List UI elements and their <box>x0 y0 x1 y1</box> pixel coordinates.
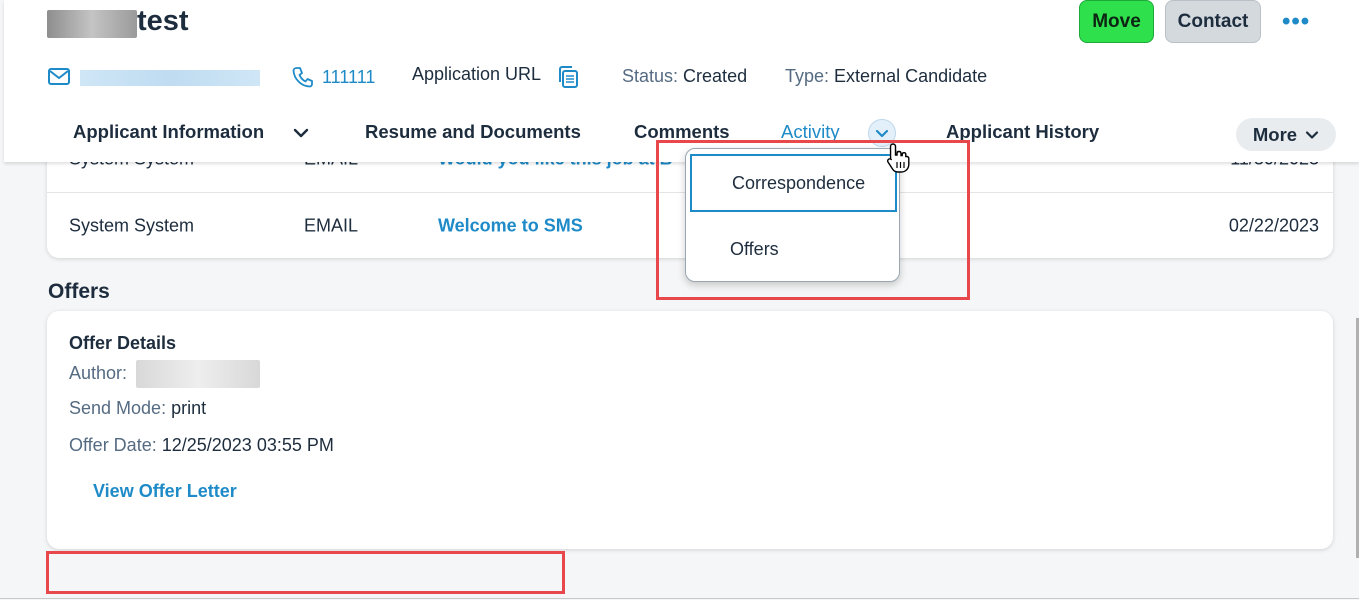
contact-button[interactable]: Contact <box>1165 0 1261 43</box>
phone-link[interactable]: 111111 <box>322 67 375 88</box>
row-subject-link[interactable]: Welcome to SMS <box>438 215 583 236</box>
offer-date-label: Offer Date: <box>69 435 157 455</box>
more-tabs-button[interactable]: More <box>1236 118 1336 151</box>
copy-icon[interactable] <box>557 65 579 89</box>
offer-author-redacted <box>136 360 261 388</box>
offer-details-card: Offer Details Author: Send Mode: print O… <box>47 311 1333 549</box>
send-mode-value: print <box>171 398 207 418</box>
mail-icon[interactable] <box>48 68 70 85</box>
chevron-down-icon <box>1305 130 1319 139</box>
offer-author-label: Author: <box>69 362 128 383</box>
offer-send-mode-field: Send Mode: print <box>69 398 206 419</box>
tab-applicant-information[interactable]: Applicant Information <box>73 121 264 143</box>
more-label: More <box>1252 123 1298 145</box>
offer-date-field: Offer Date: 12/25/2023 03:55 PM <box>69 435 334 456</box>
candidate-name: test <box>137 5 189 37</box>
more-actions-icon[interactable]: ••• <box>1282 8 1310 36</box>
type-field: Type: External Candidate <box>785 66 987 87</box>
tab-resume-and-documents[interactable]: Resume and Documents <box>365 121 581 143</box>
offer-details-title: Offer Details <box>69 333 177 353</box>
type-label: Type: <box>785 66 830 86</box>
divider <box>0 598 1359 599</box>
highlight-box-dropdown <box>656 140 970 300</box>
phone-icon <box>292 67 313 88</box>
application-url-label: Application URL <box>412 64 542 84</box>
chevron-down-icon[interactable] <box>292 124 310 142</box>
offers-section-title: Offers <box>48 280 110 303</box>
type-value: External Candidate <box>834 66 988 86</box>
row-date: 02/22/2023 <box>1228 215 1319 235</box>
row-author: System System <box>69 215 195 235</box>
view-offer-letter-link[interactable]: View Offer Letter <box>93 481 237 502</box>
highlight-box-empty <box>46 551 565 594</box>
hand-cursor-icon <box>886 143 910 173</box>
status-label: Status: <box>622 66 679 86</box>
status-value: Created <box>683 66 748 86</box>
offer-date-value: 12/25/2023 03:55 PM <box>161 435 334 455</box>
status-field: Status: Created <box>622 66 747 87</box>
move-button[interactable]: Move <box>1079 0 1154 43</box>
name-redacted <box>47 10 137 38</box>
applicant-header: test Move Contact ••• 111111 Application… <box>4 0 1359 162</box>
email-redacted[interactable] <box>80 70 260 86</box>
row-type: EMAIL <box>304 215 359 235</box>
send-mode-label: Send Mode: <box>69 398 167 418</box>
chevron-down-icon <box>875 129 889 138</box>
offer-author-field: Author: <box>69 360 261 388</box>
